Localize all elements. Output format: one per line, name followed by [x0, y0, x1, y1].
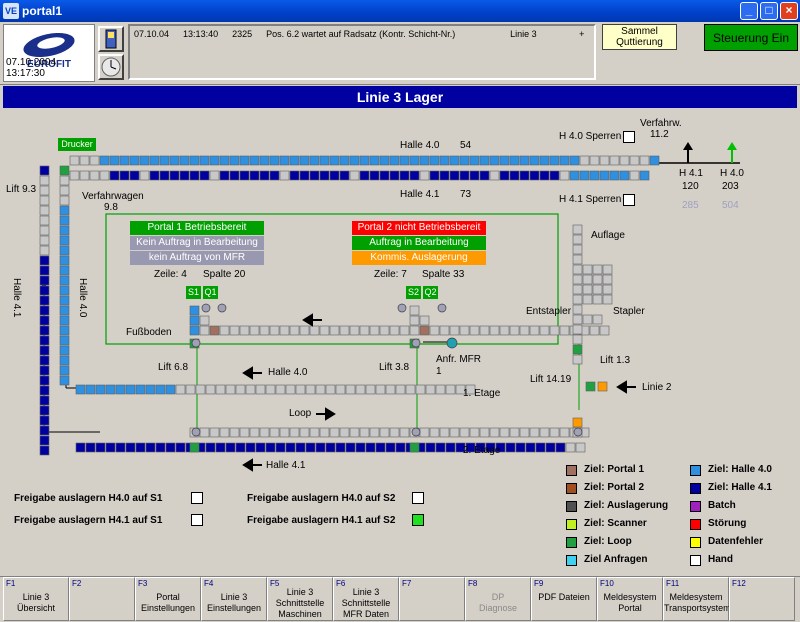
- fkey-number: F11: [666, 579, 680, 588]
- arrow-left-icon: [242, 458, 253, 472]
- direction-arrows: [242, 313, 636, 472]
- fkey-f1[interactable]: F1 Linie 3 Übersicht: [3, 577, 69, 621]
- fkey-label: Portal Einstellungen: [140, 592, 196, 613]
- fkey-f9[interactable]: F9 PDF Dateien: [531, 577, 597, 621]
- fkey-number: F3: [138, 579, 148, 588]
- legend-label: Ziel: Auslagerung: [584, 500, 669, 511]
- fkey-f6[interactable]: F6 Linie 3 Schnittstelle MFR Daten: [333, 577, 399, 621]
- legend-swatch: [566, 555, 577, 566]
- legend-swatch: [566, 501, 577, 512]
- legend-swatch: [566, 537, 577, 548]
- freigabe-h40-s2-checkbox[interactable]: [412, 492, 424, 504]
- legend-label: Störung: [708, 518, 747, 529]
- arrow-left-icon: [302, 313, 313, 327]
- fkey-label: Linie 3 Schnittstelle Maschinen: [275, 587, 325, 619]
- legend-label: Ziel: Portal 2: [584, 482, 645, 493]
- fkey-label: DP Diagnose: [478, 592, 518, 613]
- legend-label: Ziel: Loop: [584, 536, 632, 547]
- fkey-number: F10: [600, 579, 614, 588]
- fkey-f11[interactable]: F11 Meldesystem Transportsystem: [663, 577, 731, 621]
- fkey-f8[interactable]: F8 DP Diagnose: [465, 577, 531, 621]
- legend-label: Batch: [708, 500, 736, 511]
- legend-swatch: [690, 555, 701, 566]
- legend-swatch: [566, 483, 577, 494]
- freigabe-h41-s2-label: Freigabe auslagern H4.1 auf S2: [247, 515, 396, 526]
- fkey-f7[interactable]: F7: [399, 577, 465, 621]
- fkey-number: F9: [534, 579, 544, 588]
- fkey-label: Linie 3 Einstellungen: [206, 592, 262, 613]
- fkey-f4[interactable]: F4 Linie 3 Einstellungen: [201, 577, 267, 621]
- freigabe-h41-s1-checkbox[interactable]: [191, 514, 203, 526]
- fkey-number: F4: [204, 579, 214, 588]
- legend-label: Ziel: Scanner: [584, 518, 647, 529]
- legend-swatch: [690, 483, 701, 494]
- fkey-label: Meldesystem Transportsystem: [664, 592, 731, 613]
- fkey-f5[interactable]: F5 Linie 3 Schnittstelle Maschinen: [267, 577, 333, 621]
- legend-swatch: [690, 501, 701, 512]
- freigabe-h41-s1-label: Freigabe auslagern H4.1 auf S1: [14, 515, 163, 526]
- fkey-number: F12: [732, 579, 746, 588]
- fkey-label: Linie 3 Übersicht: [16, 592, 55, 613]
- freigabe-h40-s1-label: Freigabe auslagern H4.0 auf S1: [14, 493, 163, 504]
- fkey-label: Meldesystem Portal: [603, 592, 657, 613]
- legend-swatch: [566, 519, 577, 530]
- legend-swatch: [566, 465, 577, 476]
- freigabe-h40-s2-label: Freigabe auslagern H4.0 auf S2: [247, 493, 396, 504]
- legend-label: Ziel Anfragen: [584, 554, 648, 565]
- fkey-number: F8: [468, 579, 478, 588]
- legend-swatch: [690, 537, 701, 548]
- arrow-left-icon: [616, 380, 627, 394]
- legend-label: Ziel: Halle 4.1: [708, 482, 772, 493]
- legend-label: Datenfehler: [708, 536, 764, 547]
- fkey-number: F7: [402, 579, 412, 588]
- legend-label: Hand: [708, 554, 733, 565]
- fkey-f10[interactable]: F10 Meldesystem Portal: [597, 577, 663, 621]
- arrow-left-icon: [242, 366, 253, 380]
- fkey-f2[interactable]: F2: [69, 577, 135, 621]
- legend-swatch: [690, 519, 701, 530]
- fkey-label: Linie 3 Schnittstelle MFR Daten: [341, 587, 391, 619]
- fkey-number: F2: [72, 579, 82, 588]
- freigabe-h41-s2-checkbox[interactable]: [412, 514, 424, 526]
- fkey-number: F1: [6, 579, 16, 588]
- arrow-right-icon: [325, 407, 336, 421]
- fkey-label: PDF Dateien: [538, 592, 590, 602]
- fkey-f12[interactable]: F12: [729, 577, 795, 621]
- legend-swatch: [690, 465, 701, 476]
- fkey-f3[interactable]: F3 Portal Einstellungen: [135, 577, 201, 621]
- legend-label: Ziel: Portal 1: [584, 464, 645, 475]
- legend-label: Ziel: Halle 4.0: [708, 464, 772, 475]
- freigabe-h40-s1-checkbox[interactable]: [191, 492, 203, 504]
